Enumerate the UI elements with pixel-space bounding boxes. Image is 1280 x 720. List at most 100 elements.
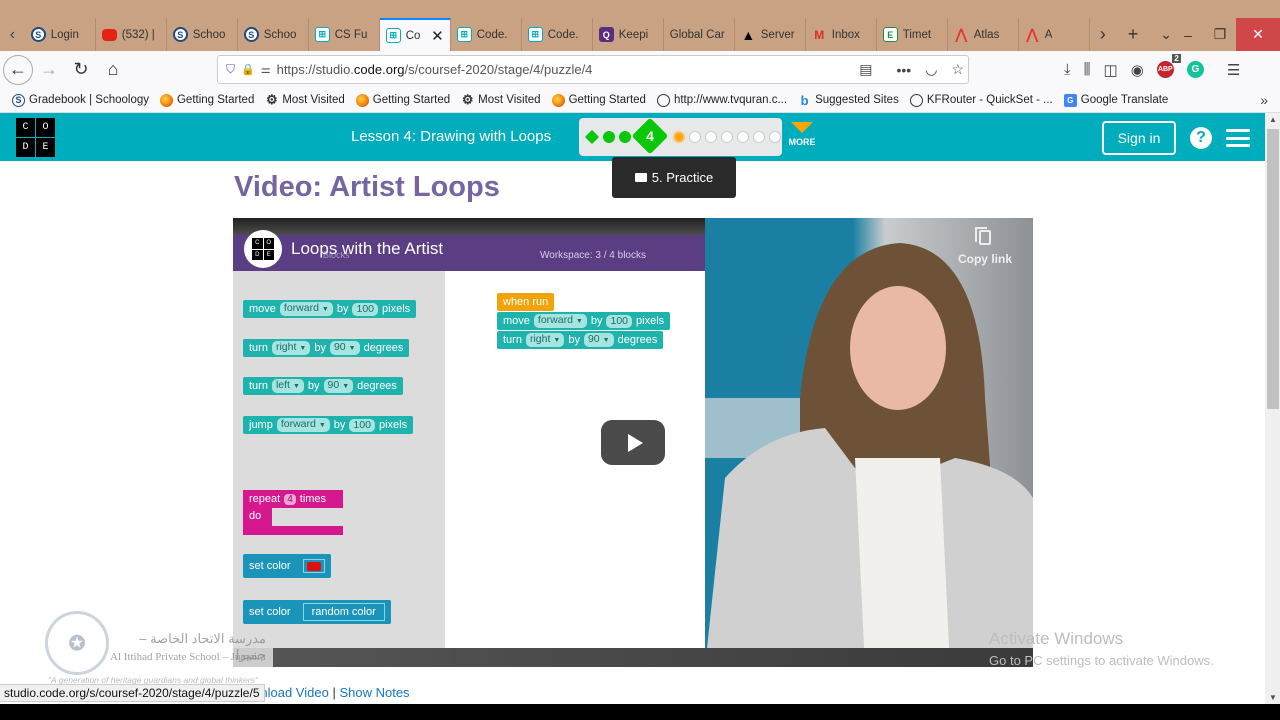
level-dot[interactable]: [737, 131, 749, 143]
tab[interactable]: ⋀ A: [1019, 18, 1090, 51]
copy-link-button[interactable]: Copy link: [955, 227, 1015, 266]
tab[interactable]: S Login: [25, 18, 96, 51]
account-icon[interactable]: ◉: [1131, 61, 1144, 79]
reload-button[interactable]: ↻: [65, 54, 97, 86]
tab[interactable]: S Schoo: [167, 18, 238, 51]
level-dot-completed[interactable]: [619, 131, 631, 143]
address-bar[interactable]: ⛉ 🔒 ⚌ https://studio.code.org/s/coursef-…: [217, 55, 969, 84]
level-dot-completed[interactable]: [603, 131, 615, 143]
tab[interactable]: M Inbox: [806, 18, 877, 51]
home-button[interactable]: ⌂: [97, 54, 129, 86]
back-button[interactable]: ←: [3, 54, 33, 85]
lock-icon[interactable]: 🔒: [241, 63, 255, 76]
block-field: forward ▼: [279, 302, 333, 316]
toolbox-block[interactable]: move forward ▼ by 100 pixels: [243, 300, 417, 318]
window-close-button[interactable]: ✕: [1236, 18, 1280, 51]
help-icon[interactable]: ?: [1190, 127, 1212, 149]
tab[interactable]: ⊞ Code.: [451, 18, 522, 51]
block-text: by: [307, 380, 320, 392]
tabs-scroll-left-button[interactable]: ‹: [0, 18, 25, 51]
when-run-block[interactable]: when run: [497, 293, 555, 311]
tab[interactable]: ⋀ Atlas: [948, 18, 1019, 51]
more-button[interactable]: MORE: [787, 122, 817, 147]
hamburger-menu-icon[interactable]: [1226, 129, 1250, 147]
set-random-color-block[interactable]: set color random color: [243, 600, 391, 624]
dropdown-arrow-icon: ▼: [348, 345, 356, 352]
bookmark-item[interactable]: G Google Translate: [1063, 93, 1168, 107]
forward-button[interactable]: →: [33, 54, 65, 86]
scroll-down-icon[interactable]: ▼: [1267, 693, 1279, 702]
permissions-icon[interactable]: ⚌: [261, 63, 271, 76]
sign-in-button[interactable]: Sign in: [1102, 121, 1176, 155]
tab[interactable]: Global Car: [664, 18, 735, 51]
bookmark-label: Gradebook | Schoology: [29, 94, 149, 106]
repeat-block[interactable]: repeat 4 times do: [243, 490, 343, 535]
tab[interactable]: ▲ Server: [735, 18, 806, 51]
tab[interactable]: ⊞ Code.: [522, 18, 593, 51]
video-player[interactable]: Blocks Workspace: 3 / 4 blocks move forwa…: [233, 218, 1033, 667]
tab-list-button[interactable]: ⌄: [1160, 26, 1172, 43]
tab[interactable]: E Timet: [877, 18, 948, 51]
toolbox-block[interactable]: turn left ▼ by 90 ▼ degrees: [243, 377, 403, 395]
level-current[interactable]: 4: [631, 117, 669, 155]
restore-button[interactable]: ❐: [1204, 18, 1236, 51]
play-button[interactable]: [601, 420, 665, 465]
tabs-scroll-right-button[interactable]: ›: [1100, 24, 1106, 45]
channel-logo[interactable]: CODE: [244, 230, 282, 268]
url-text[interactable]: https://studio.code.org/s/coursef-2020/s…: [277, 62, 593, 77]
minimize-button[interactable]: –: [1172, 18, 1204, 51]
bookmark-item[interactable]: ⚙ Most Visited: [265, 92, 345, 107]
page-actions-icon[interactable]: •••: [897, 62, 912, 78]
level-dot[interactable]: [721, 131, 733, 143]
bookmark-item[interactable]: Getting Started: [159, 93, 255, 107]
sidebar-icon[interactable]: ◫: [1104, 61, 1118, 79]
pocket-icon[interactable]: ◡: [925, 61, 937, 78]
bookmark-item[interactable]: b Suggested Sites: [798, 93, 899, 108]
bookmark-item[interactable]: ⚙ Most Visited: [461, 92, 541, 107]
tab[interactable]: ⊞ CS Fu: [309, 18, 380, 51]
bookmark-item[interactable]: Getting Started: [355, 93, 450, 107]
scroll-thumb[interactable]: [1267, 129, 1279, 409]
level-dot-completed[interactable]: [584, 129, 600, 145]
new-tab-button[interactable]: +: [1128, 24, 1139, 45]
bookmark-star-icon[interactable]: ☆: [951, 61, 964, 78]
tab[interactable]: Q Keepi: [593, 18, 664, 51]
bookmark-item[interactable]: http://www.tvquran.c...: [656, 93, 787, 107]
level-dot-hovered[interactable]: [673, 131, 685, 143]
tab[interactable]: S Schoo: [238, 18, 309, 51]
tab[interactable]: (532) |: [96, 18, 167, 51]
scroll-up-icon[interactable]: ▲: [1267, 115, 1279, 124]
close-tab-icon[interactable]: ✕: [431, 27, 444, 45]
grammarly-icon[interactable]: G: [1186, 61, 1204, 78]
bookmark-item[interactable]: Getting Started: [551, 93, 646, 107]
set-color-block[interactable]: set color: [243, 554, 331, 578]
level-dot[interactable]: [705, 131, 717, 143]
adblock-plus-icon[interactable]: ABP 2: [1156, 54, 1181, 78]
tab-active[interactable]: ⊞ Co ✕: [379, 18, 451, 51]
workspace-block[interactable]: turn right ▼ by 90 ▼ degrees: [497, 331, 664, 349]
downloads-icon[interactable]: ⤓: [1064, 61, 1071, 78]
bookmark-item[interactable]: S Gradebook | Schoology: [12, 93, 149, 107]
arrow-left-icon: ←: [9, 59, 27, 79]
level-dot[interactable]: [689, 131, 701, 143]
workspace-block[interactable]: move forward ▼ by 100 pixels: [497, 312, 671, 330]
level-dot[interactable]: [753, 131, 765, 143]
bookmark-label: Getting Started: [176, 94, 255, 106]
bookmark-item[interactable]: KFRouter - QuickSet - ...: [909, 93, 1053, 107]
block-text: degrees: [357, 380, 397, 392]
code-org-logo[interactable]: C O D E: [16, 118, 55, 157]
menu-icon[interactable]: ☰: [1227, 61, 1240, 79]
video-title[interactable]: Loops with the Artist: [291, 239, 443, 259]
tracking-shield-icon[interactable]: ⛉: [226, 62, 235, 77]
toolbox-block[interactable]: jump forward ▼ by 100 pixels: [243, 416, 414, 434]
field-value: right: [529, 333, 551, 345]
page-scrollbar[interactable]: ▲ ▼: [1265, 113, 1280, 704]
library-icon[interactable]: ⫼: [1084, 61, 1091, 78]
block-text: move: [249, 303, 276, 315]
reader-view-icon[interactable]: ▤: [859, 61, 872, 78]
lesson-title[interactable]: Lesson 4: Drawing with Loops: [351, 128, 551, 145]
show-notes-link[interactable]: Show Notes: [339, 685, 409, 700]
toolbox-block[interactable]: turn right ▼ by 90 ▼ degrees: [243, 339, 410, 357]
bookmarks-overflow-icon[interactable]: »: [1260, 92, 1268, 108]
level-dot[interactable]: [769, 131, 781, 143]
